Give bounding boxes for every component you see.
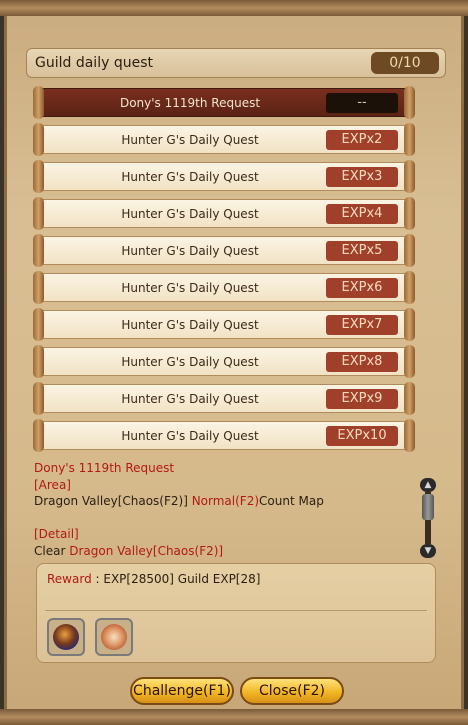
quest-name: Hunter G's Daily Quest [121,281,259,295]
scroll-up-icon[interactable]: ▲ [420,478,436,492]
quest-row[interactable]: Hunter G's Daily Quest EXPx10 [33,419,415,452]
quest-name: Hunter G's Daily Quest [121,207,259,221]
quest-exp-tag: EXPx6 [326,278,398,298]
quest-list: Dony's 1119th Request -- Hunter G's Dail… [30,80,416,458]
detail-verb: Clear [34,543,70,558]
scroll-end-right [404,308,415,341]
scroll-end-right [404,382,415,415]
detail-title: Dony's 1119th Request [34,461,175,475]
quest-exp-tag: EXPx4 [326,204,398,224]
quest-detail: Dony's 1119th Request [Area] Dragon Vall… [34,460,438,560]
area-line: Dragon Valley[Chaos(F2)] Normal(F2)Count… [34,493,438,510]
scroll-end-right [404,86,415,119]
area-label: [Area] [34,477,71,492]
reward-separator: : [91,572,104,586]
quest-row-selected[interactable]: Dony's 1119th Request -- [33,86,415,119]
reward-line: Reward : EXP[28500] Guild EXP[28] [47,572,260,586]
scroll-end-right [404,234,415,267]
reward-divider [45,610,427,611]
quest-name: Hunter G's Daily Quest [121,318,259,332]
quest-exp-tag: EXPx2 [326,130,398,150]
challenge-button[interactable]: Challenge(F1) [130,677,234,705]
quest-name: Hunter G's Daily Quest [121,355,259,369]
scroll-rod-top [0,0,468,16]
reward-item-slot[interactable] [47,618,85,656]
quest-name: Hunter G's Daily Quest [121,429,259,443]
quest-exp-tag: EXPx8 [326,352,398,372]
window-title: Guild daily quest [35,55,153,71]
reward-label: Reward [47,572,92,586]
scroll-end-right [404,123,415,156]
quest-row[interactable]: Hunter G's Daily Quest EXPx6 [33,271,415,304]
quest-name: Dony's 1119th Request [119,96,261,110]
quest-counter: 0/10 [371,52,439,74]
scroll-end-right [404,419,415,452]
area-map: Dragon Valley[Chaos(F2)] [34,494,188,508]
detail-target: Dragon Valley[Chaos(F2)] [69,543,224,558]
reward-item-slot[interactable] [95,618,133,656]
quest-exp-tag: EXPx10 [326,426,398,446]
quest-row[interactable]: Hunter G's Daily Quest EXPx3 [33,160,415,193]
quest-name: Hunter G's Daily Quest [121,170,259,184]
scroll-rod-bottom [0,709,468,725]
scroll-end-right [404,271,415,304]
reward-text: EXP[28500] Guild EXP[28] [103,572,261,586]
area-suffix: Count Map [259,494,324,508]
scrollbar-thumb[interactable] [422,494,434,520]
detail-line: Clear Dragon Valley[Chaos(F2)] [34,543,438,560]
reward-coin-icon [101,624,127,650]
window-header: Guild daily quest 0/10 [26,48,446,78]
close-button[interactable]: Close(F2) [240,677,344,705]
quest-row[interactable]: Hunter G's Daily Quest EXPx8 [33,345,415,378]
quest-exp-tag: -- [326,93,398,113]
scroll-down-icon[interactable]: ▼ [420,544,436,558]
quest-exp-tag: EXPx5 [326,241,398,261]
quest-row[interactable]: Hunter G's Daily Quest EXPx4 [33,197,415,230]
quest-row[interactable]: Hunter G's Daily Quest EXPx7 [33,308,415,341]
detail-scrollbar[interactable]: ▲ ▼ [420,478,436,558]
reward-emblem-icon [53,624,79,650]
quest-exp-tag: EXPx9 [326,389,398,409]
detail-label: [Detail] [34,527,79,541]
quest-name: Hunter G's Daily Quest [121,392,259,406]
quest-name: Hunter G's Daily Quest [121,133,259,147]
quest-name: Hunter G's Daily Quest [121,244,259,258]
area-difficulty: Normal(F2) [187,494,260,508]
quest-row[interactable]: Hunter G's Daily Quest EXPx5 [33,234,415,267]
quest-exp-tag: EXPx7 [326,315,398,335]
scroll-end-right [404,345,415,378]
quest-row[interactable]: Hunter G's Daily Quest EXPx9 [33,382,415,415]
reward-box: Reward : EXP[28500] Guild EXP[28] [36,563,436,663]
quest-exp-tag: EXPx3 [326,167,398,187]
scroll-end-right [404,160,415,193]
quest-row[interactable]: Hunter G's Daily Quest EXPx2 [33,123,415,156]
scroll-end-right [404,197,415,230]
